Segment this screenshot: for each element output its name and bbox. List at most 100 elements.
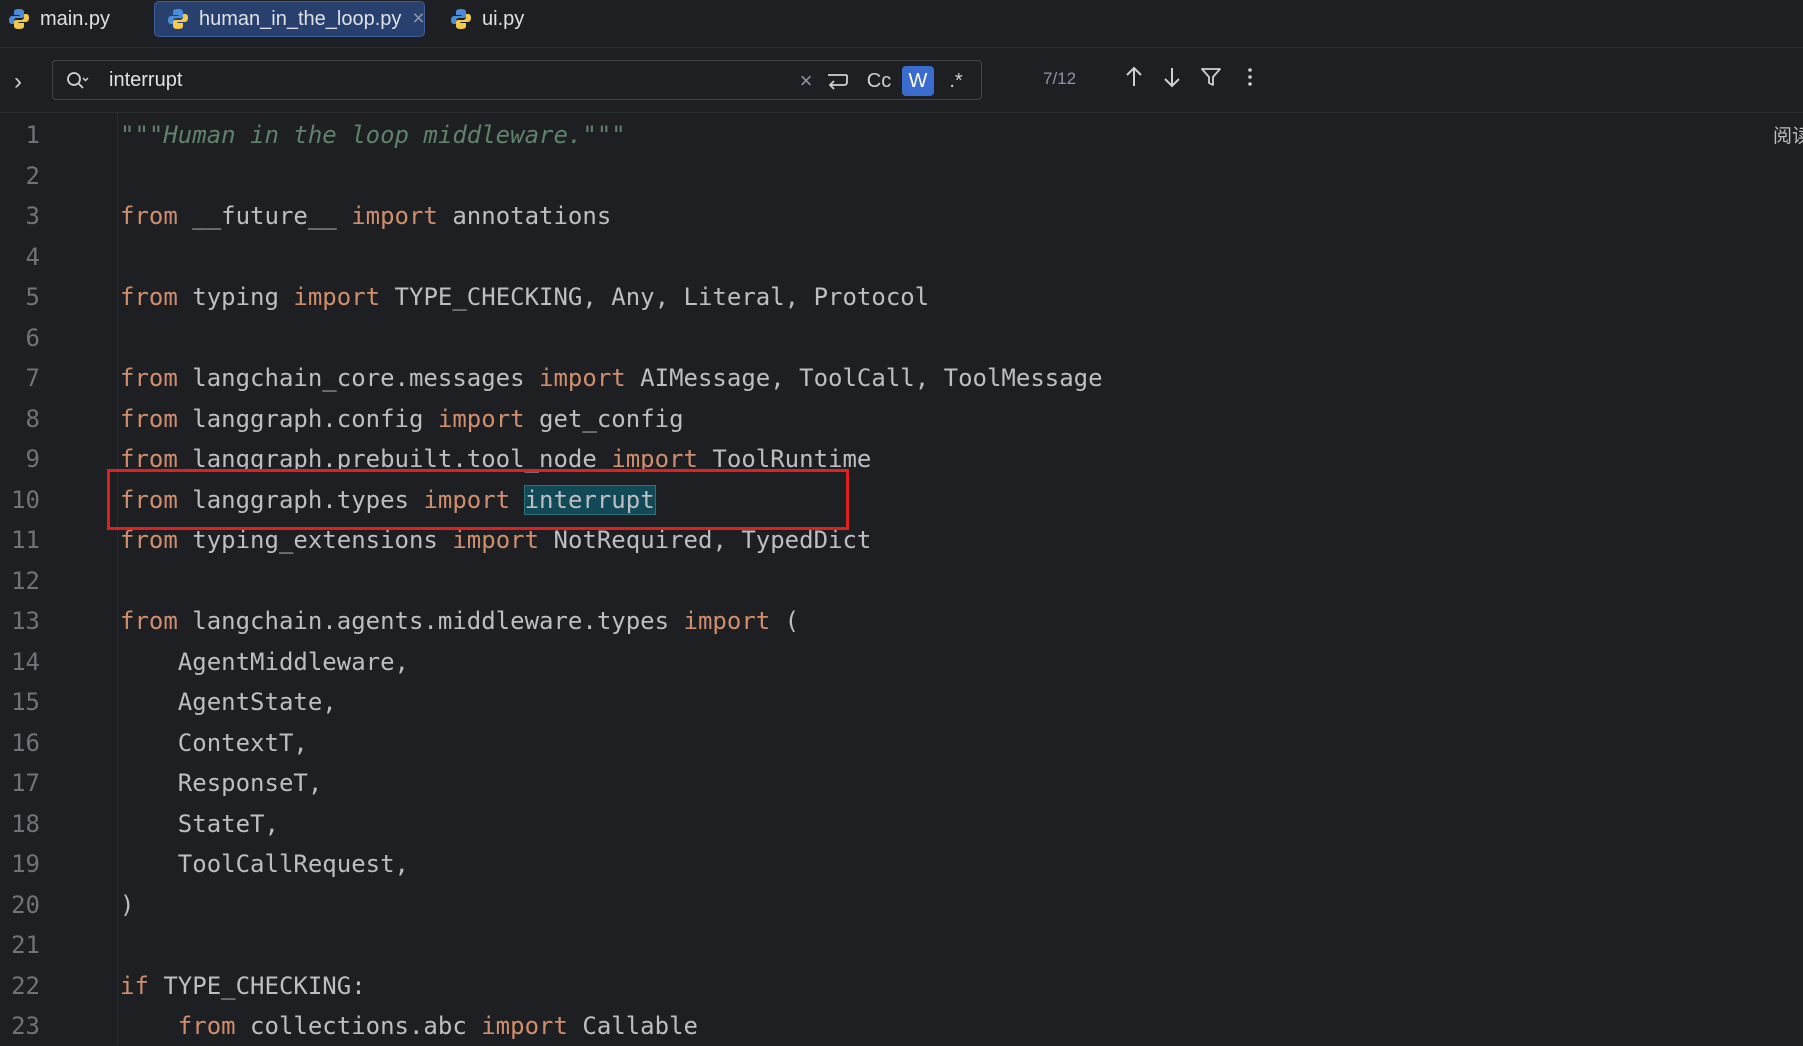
match-case-button[interactable]: Cc — [862, 66, 896, 96]
keyword: if — [120, 972, 149, 1000]
code-module: TYPE_CHECKING: — [148, 972, 366, 1000]
search-history-icon[interactable] — [65, 69, 89, 93]
line-number: 10 — [11, 486, 40, 514]
filter-icon[interactable] — [1196, 62, 1226, 92]
keyword: from — [120, 283, 178, 311]
code-line: 7 from langchain_core.messages import AI… — [0, 358, 1803, 398]
code-line: 12 — [0, 561, 1803, 601]
code-module: langchain_core.messages — [177, 364, 540, 392]
code-line: 15 AgentState, — [0, 682, 1803, 722]
line-number: 4 — [25, 243, 40, 271]
code-text: AgentMiddleware, — [120, 648, 409, 676]
search-box: × Cc W .* — [52, 60, 982, 100]
line-number: 14 — [11, 648, 40, 676]
code-editor[interactable]: 阅读 1 """Human in the loop middleware."""… — [0, 113, 1803, 1044]
code-line: 21 — [0, 925, 1803, 965]
code-line: 22 if TYPE_CHECKING: — [0, 966, 1803, 1006]
keyword: import — [452, 526, 540, 554]
tab-human-in-the-loop-py[interactable]: human_in_the_loop.py × — [154, 1, 425, 37]
code-text: ResponseT, — [120, 769, 323, 797]
clear-search-icon[interactable]: × — [793, 66, 819, 96]
code-line: 13 from langchain.agents.middleware.type… — [0, 601, 1803, 641]
line-number: 11 — [11, 526, 40, 554]
editor-tab-bar: main.py human_in_the_loop.py × ui.py — [0, 0, 1803, 48]
code-text: ContextT, — [120, 729, 308, 757]
line-number: 9 — [25, 445, 40, 473]
tab-label: main.py — [40, 7, 111, 30]
code-line: 1 """Human in the loop middleware.""" — [0, 115, 1803, 155]
code-text: from langgraph.config import get_config — [120, 399, 684, 439]
docstring: """Human in the loop middleware.""" — [120, 121, 626, 149]
preserve-newline-icon[interactable] — [823, 66, 853, 96]
code-line: 6 — [0, 318, 1803, 358]
line-number: 21 — [11, 931, 40, 959]
tab-ui-py[interactable]: ui.py — [450, 1, 524, 37]
code-module: __future__ — [177, 202, 352, 230]
tab-label: ui.py — [482, 7, 525, 30]
code-names: annotations — [437, 202, 612, 230]
keyword: from — [120, 364, 178, 392]
code-text: from langchain.agents.middleware.types i… — [120, 601, 799, 641]
python-file-icon — [168, 9, 188, 29]
line-number: 16 — [11, 729, 40, 757]
code-module: langchain.agents.middleware.types — [177, 607, 684, 635]
keyword: from — [120, 607, 178, 635]
expand-replace-chevron-icon[interactable]: › — [14, 68, 22, 96]
annotation-red-box — [107, 469, 849, 530]
line-number: 19 — [11, 850, 40, 878]
code-names: NotRequired, TypedDict — [539, 526, 872, 554]
code-line: 2 — [0, 156, 1803, 196]
find-bar: › × Cc W .* 7/12 — [0, 48, 1803, 113]
code-line: 19 ToolCallRequest, — [0, 844, 1803, 884]
code-module: typing_extensions — [177, 526, 453, 554]
line-number: 1 — [25, 121, 40, 149]
close-tab-icon[interactable]: × — [412, 7, 424, 31]
code-line: 16 ContextT, — [0, 723, 1803, 763]
code-line: 14 AgentMiddleware, — [0, 642, 1803, 682]
keyword: from — [120, 526, 178, 554]
code-module: typing — [177, 283, 294, 311]
line-number: 20 — [11, 891, 40, 919]
line-number: 17 — [11, 769, 40, 797]
keyword: import — [437, 405, 525, 433]
keyword: from — [120, 202, 178, 230]
search-input[interactable] — [109, 66, 809, 94]
code-names: get_config — [524, 405, 684, 433]
code-text: if TYPE_CHECKING: — [120, 966, 366, 1006]
next-occurrence-icon[interactable] — [1157, 62, 1187, 92]
code-names: AIMessage, ToolCall, ToolMessage — [625, 364, 1103, 392]
code-text: AgentState, — [120, 688, 337, 716]
line-number: 3 — [25, 202, 40, 230]
code-line: 17 ResponseT, — [0, 763, 1803, 803]
keyword: import — [351, 202, 438, 230]
whole-words-button[interactable]: W — [902, 66, 934, 96]
keyword: from — [120, 405, 178, 433]
code-line: 3 from __future__ import annotations — [0, 196, 1803, 236]
keyword: import — [293, 283, 381, 311]
previous-occurrence-icon[interactable] — [1119, 62, 1149, 92]
keyword: import — [539, 364, 626, 392]
code-module: langgraph.config — [177, 405, 438, 433]
line-number: 22 — [11, 972, 40, 1000]
line-number: 6 — [25, 324, 40, 352]
line-number: 15 — [11, 688, 40, 716]
code-line: 8 from langgraph.config import get_confi… — [0, 399, 1803, 439]
more-options-icon[interactable] — [1235, 62, 1265, 92]
line-number: 13 — [11, 607, 40, 635]
code-line: 20 ) — [0, 885, 1803, 925]
code-text: ) — [120, 891, 135, 919]
python-file-icon — [9, 9, 29, 29]
code-names: ( — [770, 607, 800, 635]
code-text: StateT, — [120, 810, 279, 838]
python-file-icon — [451, 9, 471, 29]
code-text: from typing import TYPE_CHECKING, Any, L… — [120, 277, 929, 317]
line-number: 5 — [25, 283, 40, 311]
tab-label: human_in_the_loop.py — [199, 7, 402, 30]
regex-button[interactable]: .* — [940, 66, 972, 96]
code-text: ToolCallRequest, — [120, 850, 409, 878]
match-count: 7/12 — [1043, 69, 1077, 88]
keyword: from — [177, 1012, 236, 1040]
tab-main-py[interactable]: main.py — [8, 1, 110, 37]
line-number: 18 — [11, 810, 40, 838]
